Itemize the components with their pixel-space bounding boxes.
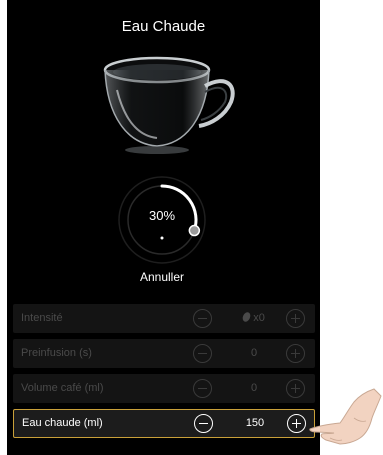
decrement-button[interactable] (194, 414, 213, 433)
glass-cup-image (103, 56, 235, 154)
setting-row-preinfusion: Preinfusion (s) 0 (13, 339, 315, 368)
setting-row-hot-water: Eau chaude (ml) 150 (13, 409, 315, 438)
setting-row-intensity: Intensité x0 (13, 304, 315, 333)
setting-label: Intensité (21, 312, 63, 324)
cancel-button[interactable]: Annuller (107, 270, 217, 284)
decrement-button[interactable] (193, 344, 212, 363)
setting-value: 0 (250, 382, 258, 394)
setting-value: 0 (250, 347, 258, 359)
decrement-button[interactable] (193, 309, 212, 328)
dial-percent-text: 30% (148, 208, 176, 223)
increment-button[interactable] (286, 344, 305, 363)
increment-button[interactable] (286, 379, 305, 398)
setting-value: 150 (245, 417, 265, 429)
drink-panel: Eau Chaude 30% Annuller Intensité x0 Pre… (7, 0, 320, 455)
setting-label: Eau chaude (ml) (22, 417, 103, 429)
hand-pointer-icon (309, 388, 382, 445)
setting-label: Preinfusion (s) (21, 347, 92, 359)
page-title: Eau Chaude (121, 18, 206, 35)
setting-row-coffee-volume: Volume café (ml) 0 (13, 374, 315, 403)
increment-button[interactable] (287, 414, 306, 433)
dial-knob (188, 224, 201, 237)
coffee-bean-icon (241, 310, 252, 324)
decrement-button[interactable] (193, 379, 212, 398)
setting-label: Volume café (ml) (21, 382, 104, 394)
setting-value: x0 (229, 304, 279, 333)
dial-center-dot (160, 236, 164, 240)
setting-value-text: x0 (253, 312, 265, 324)
increment-button[interactable] (286, 309, 305, 328)
